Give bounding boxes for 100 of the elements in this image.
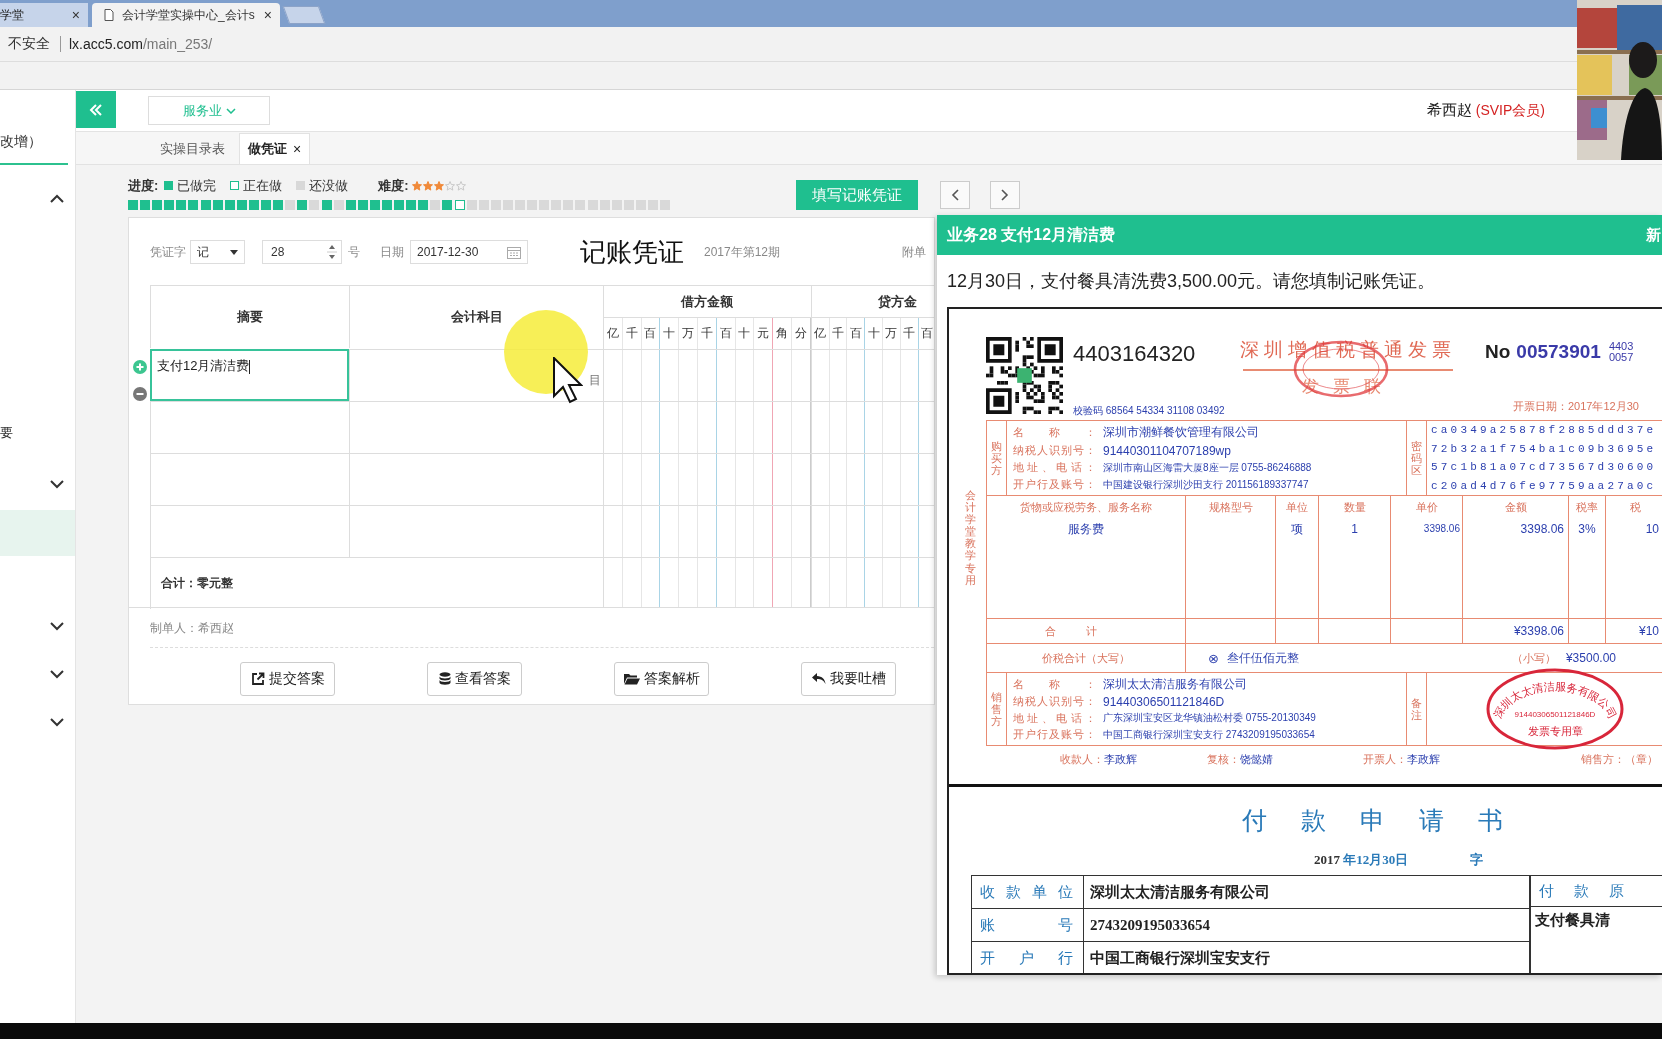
progress-step[interactable] (478, 200, 489, 210)
table-cell[interactable] (349, 453, 603, 505)
sidebar-item[interactable] (0, 510, 75, 556)
debit-amount-cell[interactable] (603, 401, 811, 453)
row-label: 账号 (972, 909, 1084, 941)
chevron-down-icon[interactable] (50, 621, 64, 631)
progress-step[interactable] (321, 200, 332, 210)
progress-step[interactable] (490, 200, 501, 210)
progress-step[interactable] (466, 200, 477, 210)
progress-step[interactable] (285, 200, 296, 210)
credit-amount-cell[interactable] (810, 349, 934, 401)
voucher-number-field[interactable]: 28 (262, 240, 342, 264)
date-field[interactable]: 2017-12-30 (410, 240, 528, 264)
credit-amount-cell[interactable] (810, 401, 934, 453)
progress-step[interactable] (660, 200, 671, 210)
collapse-button[interactable] (76, 91, 116, 128)
progress-step[interactable] (623, 200, 634, 210)
progress-step[interactable] (454, 200, 465, 210)
close-icon[interactable]: × (293, 141, 302, 157)
progress-step[interactable] (442, 200, 453, 210)
summary-input[interactable]: 支付12月清洁费 (150, 349, 349, 401)
progress-step[interactable] (635, 200, 646, 210)
progress-step[interactable] (261, 200, 272, 210)
side-header: 付款原 (1531, 876, 1662, 907)
page-tab[interactable]: 做凭证 × (239, 133, 311, 164)
close-icon[interactable]: × (69, 7, 82, 23)
chevron-down-icon[interactable] (50, 479, 64, 489)
progress-step[interactable] (648, 200, 659, 210)
progress-step[interactable] (273, 200, 284, 210)
progress-step[interactable] (200, 200, 211, 210)
chevron-up-icon[interactable] (50, 193, 64, 203)
progress-step[interactable] (406, 200, 417, 210)
action-button[interactable]: 提交答案 (240, 662, 335, 696)
star-icon (455, 180, 466, 191)
sidebar-heading[interactable]: 改增） (0, 133, 68, 165)
calendar-icon[interactable] (507, 245, 521, 259)
progress-step[interactable] (176, 200, 187, 210)
next-button[interactable] (990, 181, 1020, 209)
security-label[interactable]: 不安全 (8, 35, 50, 53)
sidebar-item[interactable]: 要 (0, 410, 75, 456)
chevron-down-icon[interactable] (50, 669, 64, 679)
credit-amount-cell[interactable] (810, 505, 934, 557)
progress-step[interactable] (381, 200, 392, 210)
url-text[interactable]: lx.acc5.com/main_253/ (69, 36, 213, 52)
debit-amount-cell[interactable] (603, 453, 811, 505)
table-cell[interactable] (349, 505, 603, 557)
progress-step[interactable] (369, 200, 380, 210)
progress-step[interactable] (224, 200, 235, 210)
progress-step[interactable] (333, 200, 344, 210)
progress-step[interactable] (297, 200, 308, 210)
table-cell[interactable] (349, 401, 603, 453)
previous-button[interactable] (940, 181, 970, 209)
voucher-word-select[interactable]: 记 (190, 240, 245, 264)
page-tab[interactable]: 实操目录表 (152, 134, 233, 164)
progress-step[interactable] (164, 200, 175, 210)
user-name[interactable]: 希西赵 (SVIP会员) (1426, 101, 1545, 120)
progress-step[interactable] (345, 200, 356, 210)
add-row-icon[interactable] (132, 360, 147, 374)
action-button[interactable]: 我要吐槽 (801, 662, 896, 696)
action-button[interactable]: 答案解析 (614, 662, 709, 696)
progress-step[interactable] (599, 200, 610, 210)
debit-amount-cell[interactable] (603, 349, 811, 401)
progress-step[interactable] (128, 200, 138, 210)
voucher-title: 记账凭证 (580, 235, 684, 269)
browser-tab[interactable]: 学堂 × (0, 3, 88, 27)
progress-step[interactable] (236, 200, 247, 210)
action-button[interactable]: 查看答案 (427, 662, 522, 696)
table-cell[interactable] (150, 453, 349, 505)
credit-amount-cell[interactable] (810, 453, 934, 505)
progress-step[interactable] (527, 200, 538, 210)
progress-step[interactable] (188, 200, 199, 210)
progress-step[interactable] (248, 200, 259, 210)
browser-tab[interactable]: 会计学堂实操中心_会计s × (92, 3, 280, 27)
row-label: 开户行 (972, 942, 1084, 973)
progress-step[interactable] (563, 200, 574, 210)
progress-step[interactable] (309, 200, 320, 210)
new-tab-button[interactable] (282, 6, 326, 24)
table-cell[interactable] (150, 505, 349, 557)
progress-step[interactable] (539, 200, 550, 210)
progress-step[interactable] (575, 200, 586, 210)
progress-step[interactable] (515, 200, 525, 210)
remove-row-icon[interactable] (132, 387, 147, 401)
debit-amount-cell[interactable] (603, 505, 811, 557)
progress-step[interactable] (152, 200, 163, 210)
total-amount: ¥3398.06 (1463, 619, 1569, 643)
close-icon[interactable]: × (261, 7, 274, 23)
progress-step[interactable] (587, 200, 598, 210)
account-placeholder[interactable]: 目 (589, 372, 603, 401)
table-cell[interactable] (150, 401, 349, 453)
progress-step[interactable] (140, 200, 151, 210)
progress-step[interactable] (357, 200, 368, 210)
progress-step[interactable] (502, 200, 513, 210)
chevron-down-icon[interactable] (50, 717, 64, 727)
progress-step[interactable] (430, 200, 441, 210)
progress-step[interactable] (212, 200, 223, 210)
progress-step[interactable] (418, 200, 429, 210)
progress-step[interactable] (551, 200, 562, 210)
date-label: 日期 (380, 243, 404, 261)
progress-step[interactable] (394, 200, 405, 210)
progress-step[interactable] (611, 200, 622, 210)
